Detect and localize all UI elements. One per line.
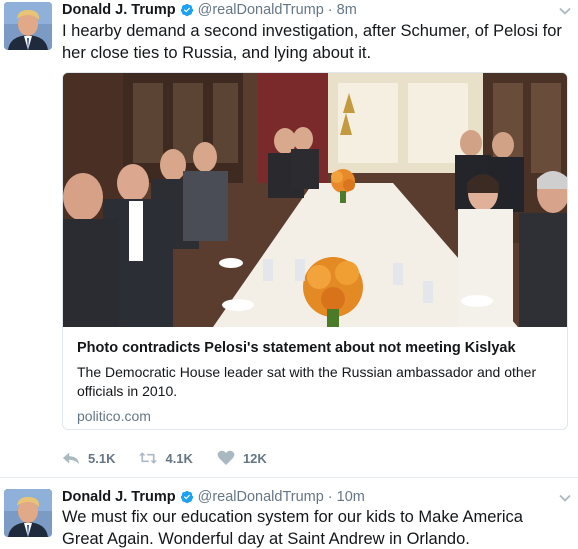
retweet-icon xyxy=(139,452,158,464)
user-handle[interactable]: @realDonaldTrump xyxy=(198,2,324,18)
retweet-button[interactable]: 4.1K xyxy=(139,450,193,466)
chevron-down-icon[interactable] xyxy=(558,4,572,18)
verified-badge-icon xyxy=(180,490,193,504)
tweet-header: Donald J. Trump @realDonaldTrump · 8m xyxy=(62,1,357,19)
card-domain[interactable]: politico.com xyxy=(77,407,555,425)
link-card[interactable]: Photo contradicts Pelosi's statement abo… xyxy=(62,72,568,430)
heart-icon xyxy=(217,450,235,465)
card-description: The Democratic House leader sat with the… xyxy=(77,364,537,399)
card-photo xyxy=(63,73,567,327)
tweet-text: We must fix our education system for our… xyxy=(62,508,523,548)
reply-button[interactable]: 5.1K xyxy=(62,450,115,466)
timestamp[interactable]: 10m xyxy=(337,489,365,505)
avatar[interactable] xyxy=(4,489,52,537)
avatar-portrait-icon xyxy=(4,489,52,537)
display-name[interactable]: Donald J. Trump xyxy=(62,489,176,505)
retweet-count: 4.1K xyxy=(165,450,193,466)
like-count: 12K xyxy=(242,450,267,466)
timestamp[interactable]: 8m xyxy=(337,2,357,18)
reply-count: 5.1K xyxy=(88,450,116,466)
display-name[interactable]: Donald J. Trump xyxy=(62,2,176,18)
card-title[interactable]: Photo contradicts Pelosi's statement abo… xyxy=(77,339,555,357)
reply-icon xyxy=(62,452,80,465)
tweet-actions: 5.1K 4.1K 12K xyxy=(62,448,291,468)
tweet-text: I hearby demand a second investigation, … xyxy=(62,22,562,62)
tweet-header: Donald J. Trump @realDonaldTrump · 10m xyxy=(62,488,365,506)
tweet[interactable]: Donald J. Trump @realDonaldTrump · 10m W… xyxy=(0,479,578,549)
separator-dot: · xyxy=(327,489,333,505)
card-body[interactable]: Photo contradicts Pelosi's statement abo… xyxy=(63,327,567,429)
verified-badge-icon xyxy=(180,3,193,17)
chevron-down-icon[interactable] xyxy=(558,491,572,505)
avatar[interactable] xyxy=(4,2,52,50)
tweet[interactable]: Donald J. Trump @realDonaldTrump · 8m I … xyxy=(0,0,578,478)
avatar-portrait-icon xyxy=(4,2,52,50)
like-button[interactable]: 12K xyxy=(217,450,267,466)
user-handle[interactable]: @realDonaldTrump xyxy=(198,489,324,505)
separator-dot: · xyxy=(327,2,333,18)
